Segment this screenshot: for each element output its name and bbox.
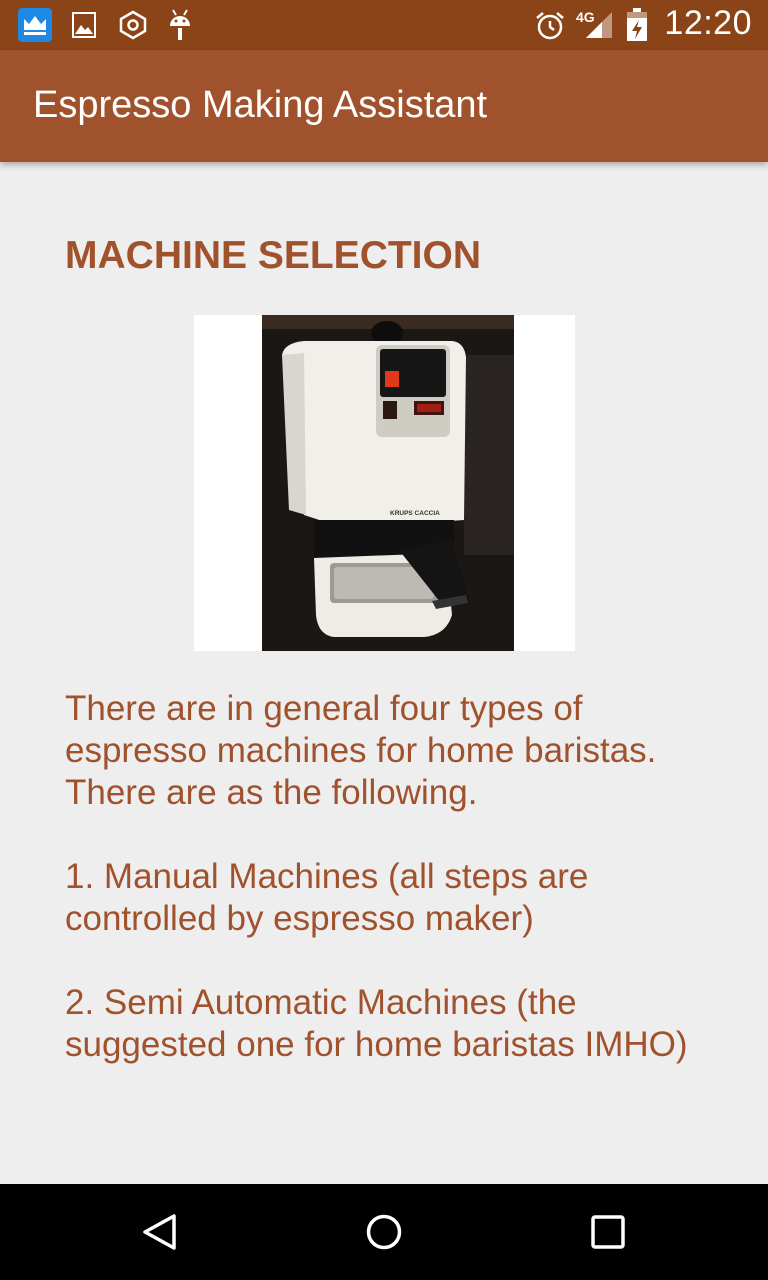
hexagon-settings-icon [119, 10, 147, 40]
battery-charging-icon [627, 8, 647, 41]
app-bar: Espresso Making Assistant [0, 50, 768, 162]
paragraph-intro: There are in general four types of espre… [65, 689, 657, 812]
section-title: MACHINE SELECTION [65, 234, 482, 277]
paragraph-manual-machines: 1. Manual Machines (all steps are contro… [65, 857, 589, 938]
paragraph-semi-automatic-machines: 2. Semi Automatic Machines (the suggeste… [65, 983, 688, 1064]
crown-app-icon [18, 8, 52, 42]
machine-brand-label: KRUPS CACCIA [390, 510, 440, 517]
back-icon[interactable] [140, 1212, 180, 1252]
app-title: Espresso Making Assistant [33, 84, 488, 126]
status-time: 12:20 [664, 4, 752, 42]
alarm-icon [536, 12, 564, 40]
signal-icon [586, 12, 612, 38]
home-icon[interactable] [364, 1212, 404, 1252]
body-text: There are in general four types of espre… [65, 688, 725, 1108]
image-icon [72, 12, 96, 38]
navigation-bar [0, 1184, 768, 1280]
espresso-machine-image: KRUPS CACCIA [194, 315, 575, 651]
content-scroll-area[interactable]: MACHINE SELECTION KRUPS CACCIA There are… [0, 162, 768, 1184]
espresso-machine-photo: KRUPS CACCIA [194, 315, 575, 651]
recents-icon[interactable] [590, 1214, 626, 1250]
android-debug-icon [170, 9, 190, 40]
status-bar: 4G 12:20 [0, 0, 768, 50]
